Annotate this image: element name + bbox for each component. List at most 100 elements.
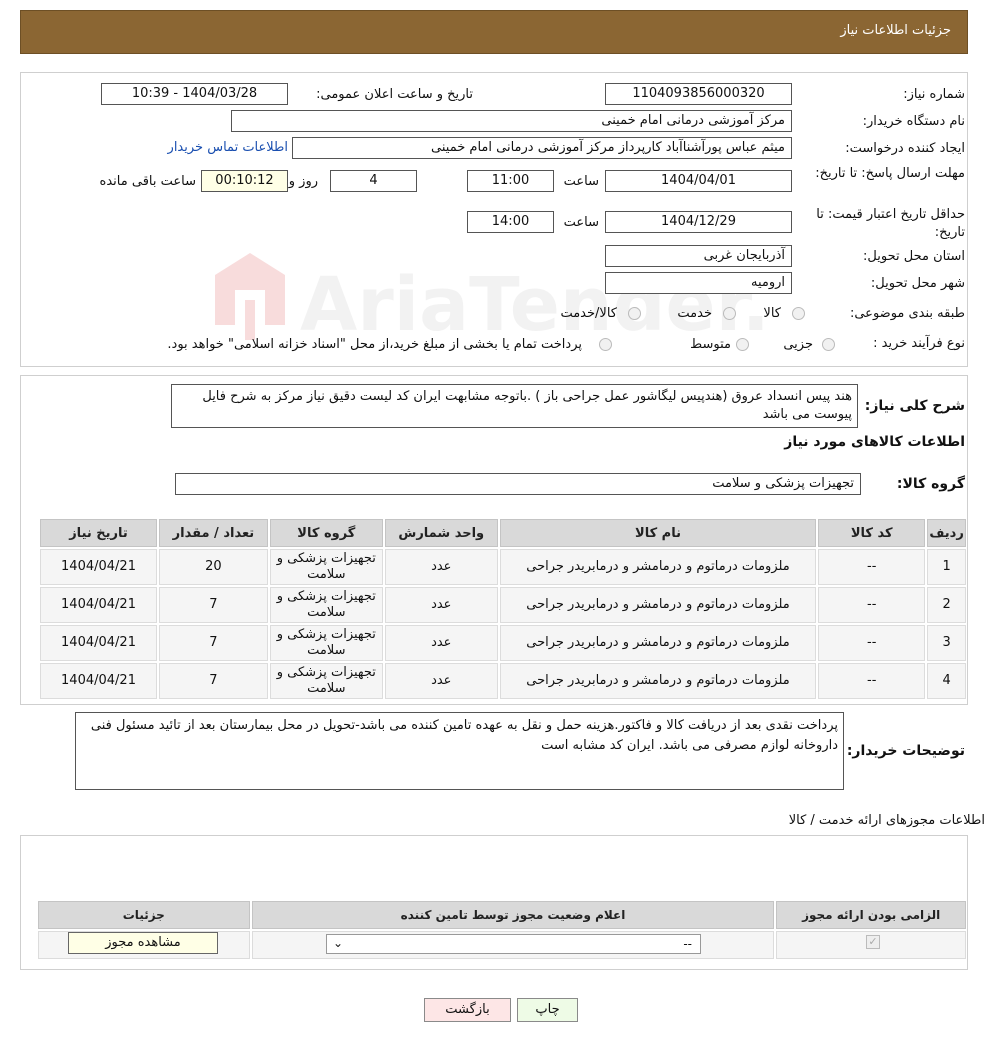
cell-group: تجهیزات پزشکی و سلامت xyxy=(269,549,383,585)
goods-group-field: تجهیزات پزشکی و سلامت xyxy=(175,473,861,495)
city-label: شهر محل تحویل: xyxy=(870,276,965,291)
buyer-contact-link[interactable]: اطلاعات تماس خریدار xyxy=(168,140,288,155)
process-medium-radio[interactable] xyxy=(736,338,749,351)
cell-qty: 20 xyxy=(159,549,268,585)
cell-date: 1404/04/21 xyxy=(40,625,157,661)
view-permit-button[interactable]: مشاهده مجوز xyxy=(68,932,218,954)
table-row: 2 -- ملزومات درماتوم و درمامشر و درمابری… xyxy=(40,587,966,623)
cell-name: ملزومات درماتوم و درمامشر و درمابریدر جر… xyxy=(499,549,817,585)
print-button[interactable]: چاپ xyxy=(517,998,578,1022)
cell-unit: عدد xyxy=(384,663,498,699)
cell-row: 4 xyxy=(927,663,966,699)
process-minor-radio[interactable] xyxy=(822,338,835,351)
goods-info-heading: اطلاعات کالاهای مورد نیاز xyxy=(784,434,965,450)
buyer-org-label: نام دستگاه خریدار: xyxy=(862,114,965,129)
cell-name: ملزومات درماتوم و درمامشر و درمابریدر جر… xyxy=(499,663,817,699)
days-remaining-field: 4 xyxy=(330,170,417,192)
col-qty: تعداد / مقدار xyxy=(159,519,268,547)
goods-group-label: گروه کالا: xyxy=(896,476,965,492)
col-permit-status: اعلام وضعیت مجوز توسط تامین کننده xyxy=(251,901,775,929)
category-goods-label: کالا xyxy=(763,306,781,321)
col-name: نام کالا xyxy=(499,519,817,547)
deadline-time-field: 11:00 xyxy=(467,170,554,192)
city-field: ارومیه xyxy=(605,272,792,294)
deadline-time-label: ساعت xyxy=(563,174,599,189)
validity-label: حداقل تاریخ اعتبار قیمت: تا تاریخ: xyxy=(816,207,965,240)
cell-date: 1404/04/21 xyxy=(40,663,157,699)
back-button[interactable]: بازگشت xyxy=(424,998,511,1022)
cell-row: 1 xyxy=(927,549,966,585)
validity-time-field: 14:00 xyxy=(467,211,554,233)
permits-table-header: الزامی بودن ارائه مجوز اعلام وضعیت مجوز … xyxy=(38,901,966,929)
category-service-radio[interactable] xyxy=(723,307,736,320)
cell-date: 1404/04/21 xyxy=(40,587,157,623)
page-title-bar: جزئیات اطلاعات نیاز xyxy=(20,10,968,54)
table-row: 3 -- ملزومات درماتوم و درمامشر و درمابری… xyxy=(40,625,966,661)
time-remaining-field: 00:10:12 xyxy=(201,170,288,192)
permit-required-cell: ✓ xyxy=(776,931,966,959)
col-unit: واحد شمارش xyxy=(384,519,498,547)
deadline-date-field: 1404/04/01 xyxy=(605,170,792,192)
summary-textarea[interactable]: هند پیس انسداد عروق (هندپیس لیگاشور عمل … xyxy=(171,384,858,428)
process-minor-label: جزیی xyxy=(783,337,813,352)
cell-group: تجهیزات پزشکی و سلامت xyxy=(269,587,383,623)
table-row: 4 -- ملزومات درماتوم و درمامشر و درمابری… xyxy=(40,663,966,699)
validity-time-label: ساعت xyxy=(563,215,599,230)
table-row: 1 -- ملزومات درماتوم و درمامشر و درمابری… xyxy=(40,549,966,585)
cell-code: -- xyxy=(818,663,926,699)
creator-field: میثم عباس پورآشناآباد کارپرداز مرکز آموز… xyxy=(292,137,792,159)
buyer-notes-textarea[interactable]: پرداخت نقدی بعد از دریافت کالا و فاکتور.… xyxy=(75,712,844,790)
items-table: ردیف کد کالا نام کالا واحد شمارش گروه کا… xyxy=(38,517,968,701)
category-label: طبقه بندی موضوعی: xyxy=(849,306,965,321)
cell-qty: 7 xyxy=(159,663,268,699)
cell-unit: عدد xyxy=(384,549,498,585)
col-date: تاریخ نیاز xyxy=(40,519,157,547)
days-label: روز و xyxy=(288,174,318,189)
col-group: گروه کالا xyxy=(269,519,383,547)
deadline-label: مهلت ارسال پاسخ: تا تاریخ: xyxy=(815,166,965,181)
col-code: کد کالا xyxy=(818,519,926,547)
cell-qty: 7 xyxy=(159,625,268,661)
treasury-checkbox[interactable] xyxy=(599,338,612,351)
announce-date-field: 1404/03/28 - 10:39 xyxy=(101,83,288,105)
time-remaining-label: ساعت باقی مانده xyxy=(99,174,196,189)
summary-label: شرح کلی نیاز: xyxy=(864,398,965,414)
page-title: جزئیات اطلاعات نیاز xyxy=(840,23,951,38)
permit-status-select[interactable]: ⌄ -- xyxy=(326,934,701,954)
permits-heading: اطلاعات مجوزهای ارائه خدمت / کالا xyxy=(788,813,985,828)
buyer-notes-label: توضیحات خریدار: xyxy=(846,743,965,759)
need-number-label: شماره نیاز: xyxy=(903,87,965,102)
cell-name: ملزومات درماتوم و درمامشر و درمابریدر جر… xyxy=(499,625,817,661)
col-permit-details: جزئیات xyxy=(38,901,250,929)
cell-qty: 7 xyxy=(159,587,268,623)
buyer-org-field: مرکز آموزشی درمانی امام خمینی xyxy=(231,110,792,132)
category-goods-service-label: کالا/خدمت xyxy=(560,306,617,321)
cell-unit: عدد xyxy=(384,587,498,623)
cell-row: 2 xyxy=(927,587,966,623)
category-service-label: خدمت xyxy=(677,306,712,321)
cell-group: تجهیزات پزشکی و سلامت xyxy=(269,663,383,699)
cell-date: 1404/04/21 xyxy=(40,549,157,585)
cell-code: -- xyxy=(818,587,926,623)
cell-row: 3 xyxy=(927,625,966,661)
province-field: آذربایجان غربی xyxy=(605,245,792,267)
creator-label: ایجاد کننده درخواست: xyxy=(845,141,965,156)
validity-date-field: 1404/12/29 xyxy=(605,211,792,233)
items-table-header: ردیف کد کالا نام کالا واحد شمارش گروه کا… xyxy=(40,519,966,547)
chevron-down-icon: ⌄ xyxy=(333,936,344,950)
cell-name: ملزومات درماتوم و درمامشر و درمابریدر جر… xyxy=(499,587,817,623)
permit-status-value: -- xyxy=(683,937,692,951)
category-goods-service-radio[interactable] xyxy=(628,307,641,320)
permit-required-checkbox[interactable]: ✓ xyxy=(866,935,880,949)
col-permit-required: الزامی بودن ارائه مجوز xyxy=(776,901,966,929)
col-row: ردیف xyxy=(927,519,966,547)
cell-group: تجهیزات پزشکی و سلامت xyxy=(269,625,383,661)
need-number-field: 1104093856000320 xyxy=(605,83,792,105)
process-medium-label: متوسط xyxy=(690,337,731,352)
items-table-wrap: ردیف کد کالا نام کالا واحد شمارش گروه کا… xyxy=(38,517,968,701)
announce-date-label: تاریخ و ساعت اعلان عمومی: xyxy=(316,87,473,102)
category-goods-radio[interactable] xyxy=(792,307,805,320)
cell-code: -- xyxy=(818,625,926,661)
process-label: نوع فرآیند خرید : xyxy=(873,336,965,351)
cell-unit: عدد xyxy=(384,625,498,661)
